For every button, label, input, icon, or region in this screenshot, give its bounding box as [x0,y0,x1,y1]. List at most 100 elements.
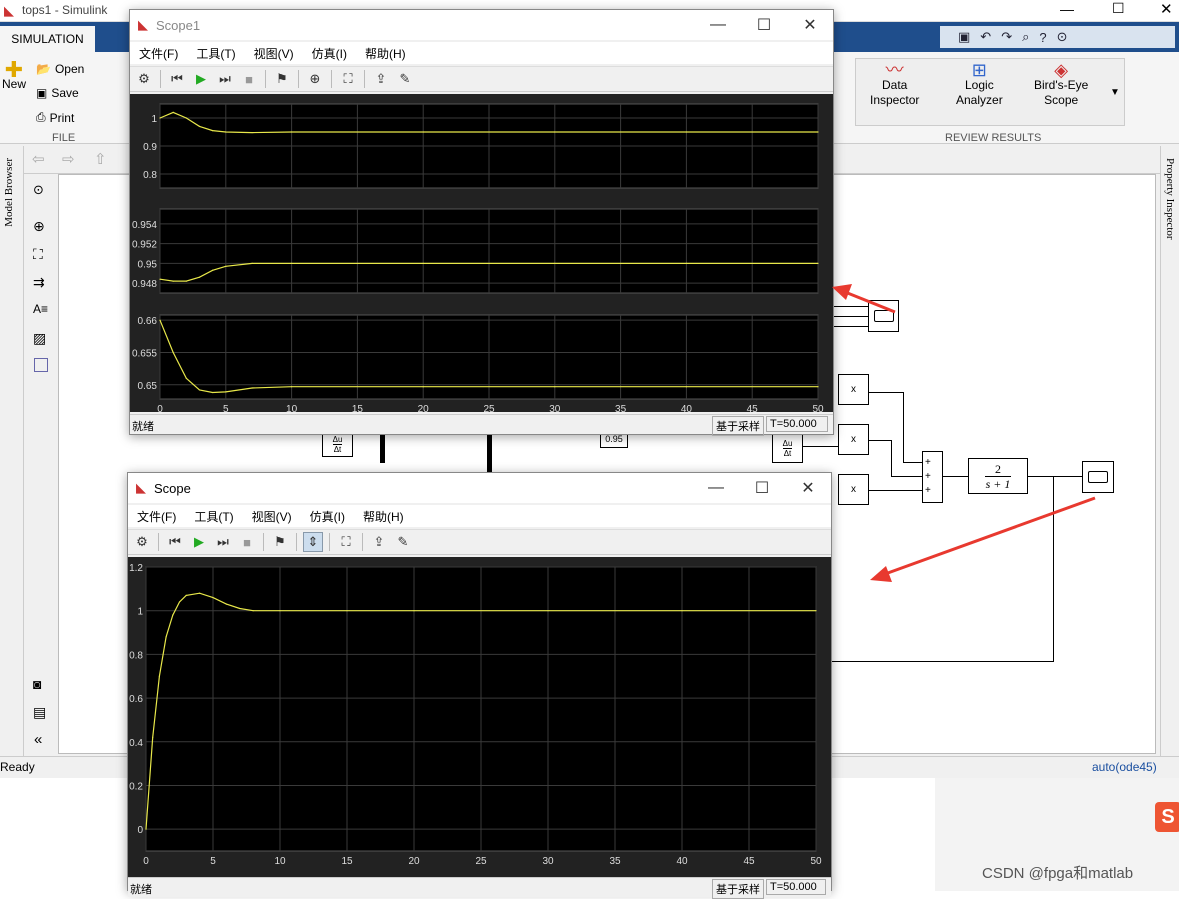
menu-simulation[interactable]: 仿真(I) [303,45,356,62]
step-forward-icon[interactable]: ⏭ [215,69,235,89]
step-back-icon[interactable]: ⏮ [167,69,187,89]
tab-simulation[interactable]: SIMULATION [0,26,95,52]
logic-analyzer-button[interactable]: ⊞ Logic Analyzer [956,61,1003,108]
settings-gear-icon[interactable]: ⚙ [132,532,152,552]
back-icon[interactable]: ⇦ [32,150,45,168]
settings-gear-icon[interactable]: ⚙ [134,69,154,89]
maximize-icon[interactable]: ☐ [1112,0,1125,17]
scope-close-icon[interactable]: ✕ [785,473,831,503]
save-icon[interactable]: ▣ [958,29,970,45]
sum-sign: + [925,457,931,468]
data-point [159,278,161,280]
data-point [212,596,214,599]
scope-minimize-icon[interactable]: — [693,473,739,503]
x-tick-label: 5 [223,404,229,412]
highlight-icon[interactable]: ⚑ [270,532,290,552]
wire [869,392,903,393]
style-icon[interactable]: ⇪ [369,532,389,552]
data-point [815,610,817,612]
wire [891,440,892,476]
data-point [422,131,424,133]
model-browser-bar[interactable]: Model Browser [0,146,24,766]
redo-icon[interactable]: ↷ [1001,29,1012,45]
data-point [172,351,174,354]
status-ready: Ready [0,760,35,774]
review-group-label: REVIEW RESULTS [945,132,1042,144]
run-icon[interactable]: ▶ [189,532,209,552]
zoom-icon[interactable]: ⊕ [33,218,45,235]
data-point [172,280,174,282]
search-icon[interactable]: ⌕ [1022,29,1029,45]
product-block-2[interactable]: x [838,424,869,455]
zoom-y-icon[interactable]: ⇕ [303,532,323,552]
step-back-icon[interactable]: ⏮ [165,532,185,552]
highlight-icon[interactable]: ⚑ [272,69,292,89]
data-point [554,386,556,388]
x-tick-label: 40 [681,404,693,412]
scope-maximize-icon[interactable]: ☐ [739,473,785,503]
menu-tools[interactable]: 工具(T) [185,508,242,525]
stop-icon[interactable]: ■ [239,69,259,89]
scope1-block[interactable] [868,300,899,332]
scope1-plots[interactable]: 0.8 0.9 1 0.948 0.95 0.952 0.954 0 5 10 15 20 25 30 35… [130,94,833,415]
menu-tools[interactable]: 工具(T) [187,45,244,62]
derivative-block[interactable]: Δu Δt [772,433,803,463]
annotation-icon[interactable]: A≡ [33,302,48,316]
print-button[interactable]: ⎙ Print [36,110,74,125]
menu-file[interactable]: 文件(F) [130,45,187,62]
step-forward-icon[interactable]: ⏭ [213,532,233,552]
solver-status[interactable]: auto(ode45) [1092,760,1157,774]
menu-simulation[interactable]: 仿真(I) [301,508,354,525]
property-inspector-bar[interactable]: Property Inspector [1160,146,1179,766]
explorer-icon[interactable]: ▤ [33,704,46,721]
menu-file[interactable]: 文件(F) [128,508,185,525]
hide-show-icon[interactable]: ⊙ [33,182,44,198]
collapse-icon[interactable]: ⊙ [1057,29,1068,45]
y-tick-label: 1 [151,114,157,125]
image-icon[interactable]: ▨ [33,330,46,347]
close-icon[interactable]: ✕ [1160,0,1173,18]
forward-icon[interactable]: ⇨ [62,150,75,168]
transfer-fcn-block[interactable]: 2 s + 1 [968,458,1028,494]
product-block-3[interactable]: x [838,474,869,505]
run-icon[interactable]: ▶ [191,69,211,89]
style-icon[interactable]: ⇪ [371,69,391,89]
zoom-in-icon[interactable]: ⊕ [305,69,325,89]
area-icon[interactable] [34,358,48,372]
product-block-1[interactable]: x [838,374,869,405]
menu-help[interactable]: 帮助(H) [354,508,413,525]
wire [830,316,868,317]
scope1-maximize-icon[interactable]: ☐ [741,10,787,40]
signal-arrow-icon[interactable]: ⇉ [33,274,45,291]
measure-icon[interactable]: ✎ [395,69,415,89]
scope-block[interactable] [1082,461,1114,493]
minimize-icon[interactable]: — [1060,1,1074,17]
menu-help[interactable]: 帮助(H) [356,45,415,62]
expand-gallery-icon[interactable]: ▼ [1110,87,1120,98]
new-label: New [2,77,27,91]
measure-icon[interactable]: ✎ [393,532,413,552]
stop-icon[interactable]: ■ [237,532,257,552]
open-button[interactable]: 📂 Open [36,62,84,76]
menu-view[interactable]: 视图(V) [245,45,303,62]
data-inspector-button[interactable]: 〰 Data Inspector [870,61,919,108]
scope-plot[interactable]: 0 5 10 15 20 25 30 35 40 45 50 0 0.2 0.4 0.6 0.8 1 1.2 [128,557,831,877]
up-icon[interactable]: ⇧ [94,150,107,168]
scope1-close-icon[interactable]: ✕ [787,10,833,40]
autoscale-icon[interactable]: ⛶ [336,532,356,552]
scope1-titlebar: ◣ Scope1 — ☐ ✕ [130,10,833,40]
x-tick-label: 5 [210,856,216,867]
autoscale-icon[interactable]: ⛶ [338,69,358,89]
scope1-minimize-icon[interactable]: — [695,10,741,40]
menu-view[interactable]: 视图(V) [243,508,301,525]
camera-icon[interactable]: ◙ [33,676,41,692]
help-icon[interactable]: ? [1039,30,1046,45]
file-group-label: FILE [52,132,76,144]
save-button[interactable]: ▣ Save [36,86,79,100]
fit-view-icon[interactable]: ⛶ [33,246,43,263]
collapse-left-icon[interactable]: « [34,731,42,748]
sum-block[interactable]: + + + [922,451,943,503]
new-button[interactable]: ✚ New [2,59,27,92]
birds-eye-scope-button[interactable]: ◈ Bird's-Eye Scope [1034,61,1088,108]
undo-icon[interactable]: ↶ [980,29,991,45]
